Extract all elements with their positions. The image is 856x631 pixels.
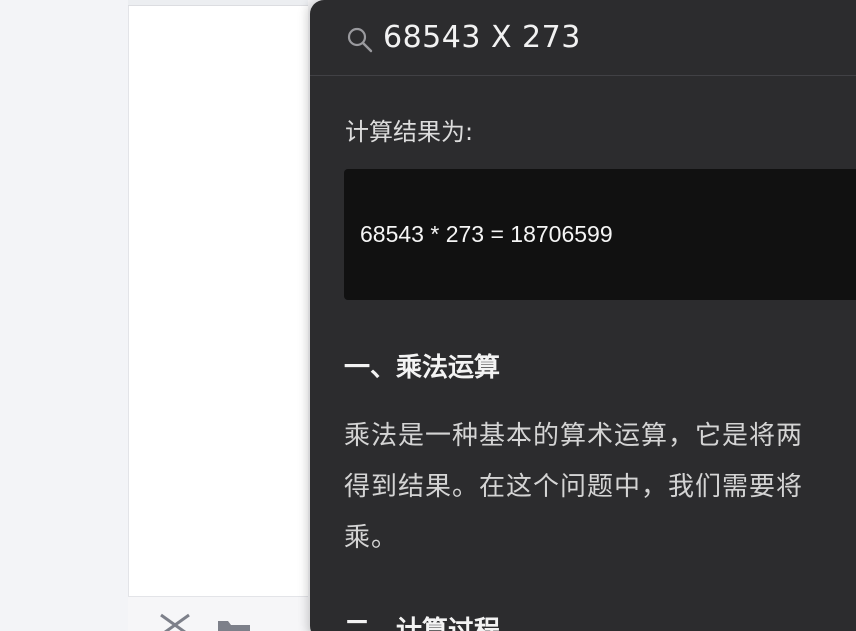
paragraph-line: 乘。 (344, 523, 399, 553)
section-heading-multiplication: 一、乘法运算 (344, 353, 501, 383)
background-bottom-toolbar (128, 596, 308, 631)
result-code-text: 68543 * 273 = 18706599 (360, 221, 613, 247)
background-document-header (128, 0, 308, 6)
result-heading: 计算结果为: (345, 118, 474, 146)
search-icon (347, 27, 373, 53)
paragraph-line: 得到结果。在这个问题中，我们需要将 (344, 472, 804, 502)
search-input[interactable]: 68543 X 273 (383, 18, 581, 58)
background-document (128, 0, 308, 631)
result-code-block: 68543 * 273 = 18706599 (344, 169, 856, 300)
close-icon[interactable] (158, 613, 192, 631)
section-heading-calculation: 二、计算过程 (344, 616, 501, 631)
paragraph-line: 乘法是一种基本的算术运算，它是将两 (344, 421, 804, 451)
search-bar[interactable]: 68543 X 273 (310, 0, 856, 76)
search-result-panel: 68543 X 273 计算结果为: 68543 * 273 = 1870659… (310, 0, 856, 631)
folder-icon[interactable] (216, 619, 252, 631)
background-sidebar (0, 0, 128, 631)
